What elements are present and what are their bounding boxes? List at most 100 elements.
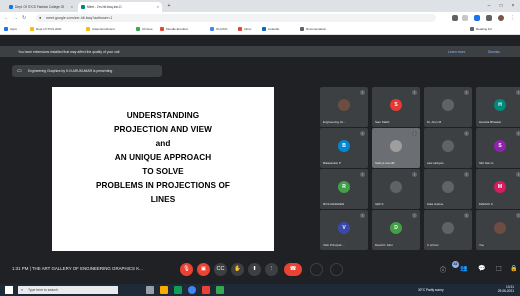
bookmark-item[interactable]: Documentation	[300, 27, 326, 32]
learn-more-link[interactable]: Learn more	[448, 50, 465, 54]
tab-title: Dept. Of IT/CS Fashion College Of	[15, 5, 65, 9]
tab-title: Meet - 2rn-hif-kwq-tnn-D	[87, 5, 122, 9]
mic-muted-icon: ⋮	[464, 213, 469, 218]
extensions-notice-banner: You have extensions installed that may a…	[0, 46, 520, 57]
participant-tile[interactable]: S ⋮ Sam Mathi	[372, 87, 420, 127]
puzzle-icon[interactable]	[486, 15, 492, 21]
weather-widget[interactable]: 30°C Partly sunny	[418, 288, 444, 292]
slide-line: UNDERSTANDING	[126, 111, 200, 120]
mic-muted-icon: ⋮	[464, 172, 469, 177]
participant-avatar: M	[494, 181, 506, 193]
mic-muted-icon: ⋮	[412, 172, 417, 177]
bookmark-item[interactable]: Dept of IT/CS 2021	[30, 27, 62, 32]
reload-icon[interactable]: ↻	[22, 15, 26, 21]
participant-tile[interactable]: ⋮ Ajith K	[372, 169, 420, 209]
participant-avatar	[442, 99, 454, 111]
participant-tile[interactable]: M ⋮ MADHU C	[476, 169, 520, 209]
tab-close-icon[interactable]: ×	[157, 4, 159, 9]
present-now-icon[interactable]: ⬆	[248, 263, 261, 276]
system-clock[interactable]: 13:31 29-06-2021	[498, 285, 514, 293]
participant-tile[interactable]: ⋮ Engineering Gr...	[320, 87, 368, 127]
participant-tile[interactable]: V ⋮ Vidu Principal ...	[320, 210, 368, 250]
url-text: meet.google.com/zer-hif-kwq?authuser=1	[46, 16, 113, 20]
participant-tile[interactable]: S ⋮ Sibi Dan G	[476, 128, 520, 168]
info-icon[interactable]: ⓘ	[440, 265, 446, 274]
bookmark-item[interactable]: Apps	[4, 27, 17, 32]
slide-line: PROBLEMS IN PROJECTIONS OF	[95, 181, 231, 190]
edge-icon[interactable]	[174, 286, 182, 294]
participant-avatar	[338, 99, 350, 111]
participant-avatar: B	[338, 140, 350, 152]
app-icon[interactable]	[216, 286, 224, 294]
bookmark-item[interactable]: OU-FDC	[210, 27, 228, 32]
back-arrow-icon[interactable]: ←	[4, 15, 9, 21]
activities-icon[interactable]: ⬚	[496, 265, 502, 272]
participant-tile[interactable]: ⋮ C sriram	[424, 210, 472, 250]
search-placeholder: Type here to search	[28, 288, 58, 292]
participant-name: MADHU C	[479, 202, 493, 206]
task-view-icon[interactable]	[146, 286, 154, 294]
bookmark-item[interactable]: Reading list	[470, 27, 492, 32]
microphone-off-icon[interactable]: 🎙	[180, 263, 193, 276]
placeholder-circle	[330, 263, 343, 276]
windows-start-icon[interactable]	[5, 286, 13, 294]
tab-close-icon[interactable]: ×	[71, 4, 73, 9]
notice-text: You have extensions installed that may a…	[18, 50, 120, 54]
participant-tile[interactable]: R ⋮ RCS-MADHIEN	[320, 169, 368, 209]
raise-hand-icon[interactable]: ✋	[231, 263, 244, 276]
minimize-icon[interactable]: –	[484, 2, 494, 10]
presentation-slide: UNDERSTANDING PROJECTION AND VIEW and AN…	[52, 87, 274, 251]
chat-icon[interactable]: 💬	[478, 265, 485, 272]
participant-name: Sibi Dan G	[479, 161, 494, 165]
mic-muted-icon: ⋮	[360, 172, 365, 177]
menu-dots-icon[interactable]: ⋮	[510, 15, 515, 21]
camera-off-icon[interactable]: ▣	[197, 263, 210, 276]
more-options-icon[interactable]: ⋮	[265, 263, 278, 276]
participant-tile[interactable]: D ⋮ David K John	[372, 210, 420, 250]
participant-avatar	[442, 181, 454, 193]
participant-tile[interactable]: ⋮ You	[476, 210, 520, 250]
participant-name: You	[479, 243, 485, 247]
participant-avatar	[442, 222, 454, 234]
extension-icon[interactable]	[474, 15, 480, 21]
participant-tile[interactable]: B ⋮ Balasankar P	[320, 128, 368, 168]
search-icon: ⌕	[21, 287, 24, 292]
host-controls-icon[interactable]: 🔒	[510, 265, 517, 272]
participant-tile[interactable]: ⋮ Dr. Arun M	[424, 87, 472, 127]
participant-avatar: S	[390, 99, 402, 111]
participant-tile[interactable]: ⋮ Sathya Gandhi	[372, 128, 420, 168]
bookmark-item[interactable]: Moodle Enrolled	[160, 27, 188, 32]
new-tab-button[interactable]: +	[164, 2, 174, 10]
dismiss-button[interactable]: Dismiss	[488, 50, 500, 54]
participant-tile[interactable]: H ⋮ Hansha Bhaskar	[476, 87, 520, 127]
participant-tile[interactable]: ⋮ Kala Justine	[424, 169, 472, 209]
meeting-details: 1:31 PM | THE ART GALLERY OF ENGINEERING…	[12, 266, 143, 271]
end-call-button[interactable]: ☎	[284, 263, 302, 276]
file-explorer-icon[interactable]	[160, 286, 168, 294]
bookmark-item[interactable]: LinkedIn	[262, 27, 279, 32]
participant-tile[interactable]: ⋮ sasi sathyan	[424, 128, 472, 168]
star-icon[interactable]	[462, 15, 468, 21]
mic-muted-icon: ⋮	[360, 213, 365, 218]
close-window-icon[interactable]: ×	[508, 2, 518, 10]
chrome-icon[interactable]	[188, 286, 196, 294]
slide-line: and	[155, 139, 171, 148]
video-icon[interactable]	[452, 15, 458, 21]
bookmark-item[interactable]: Inbox	[238, 27, 251, 32]
captions-icon[interactable]: CC	[214, 263, 227, 276]
placeholder-circle	[310, 263, 323, 276]
bookmarks-bar: Apps Dept of IT/CS 2021 Class Enrollment…	[0, 24, 520, 35]
browser-tab-1[interactable]: Dept. Of IT/CS Fashion College Of ×	[6, 2, 76, 12]
forward-arrow-icon[interactable]: →	[13, 15, 18, 21]
people-icon[interactable]: 👥	[460, 265, 467, 272]
address-bar[interactable]: ● meet.google.com/zer-hif-kwq?authuser=1	[36, 14, 436, 22]
participant-count-badge: 42	[452, 261, 459, 268]
taskbar-search-box[interactable]: ⌕ Type here to search	[18, 286, 118, 294]
bookmark-item[interactable]: Chrome	[136, 27, 153, 32]
profile-avatar[interactable]	[498, 15, 504, 21]
browser-tab-2[interactable]: Meet - 2rn-hif-kwq-tnn-D ×	[78, 2, 162, 12]
bookmark-item[interactable]: Class Enrollment	[86, 27, 115, 32]
mic-muted-icon: ⋮	[516, 131, 520, 136]
maximize-icon[interactable]: □	[496, 2, 506, 10]
app-icon[interactable]	[202, 286, 210, 294]
